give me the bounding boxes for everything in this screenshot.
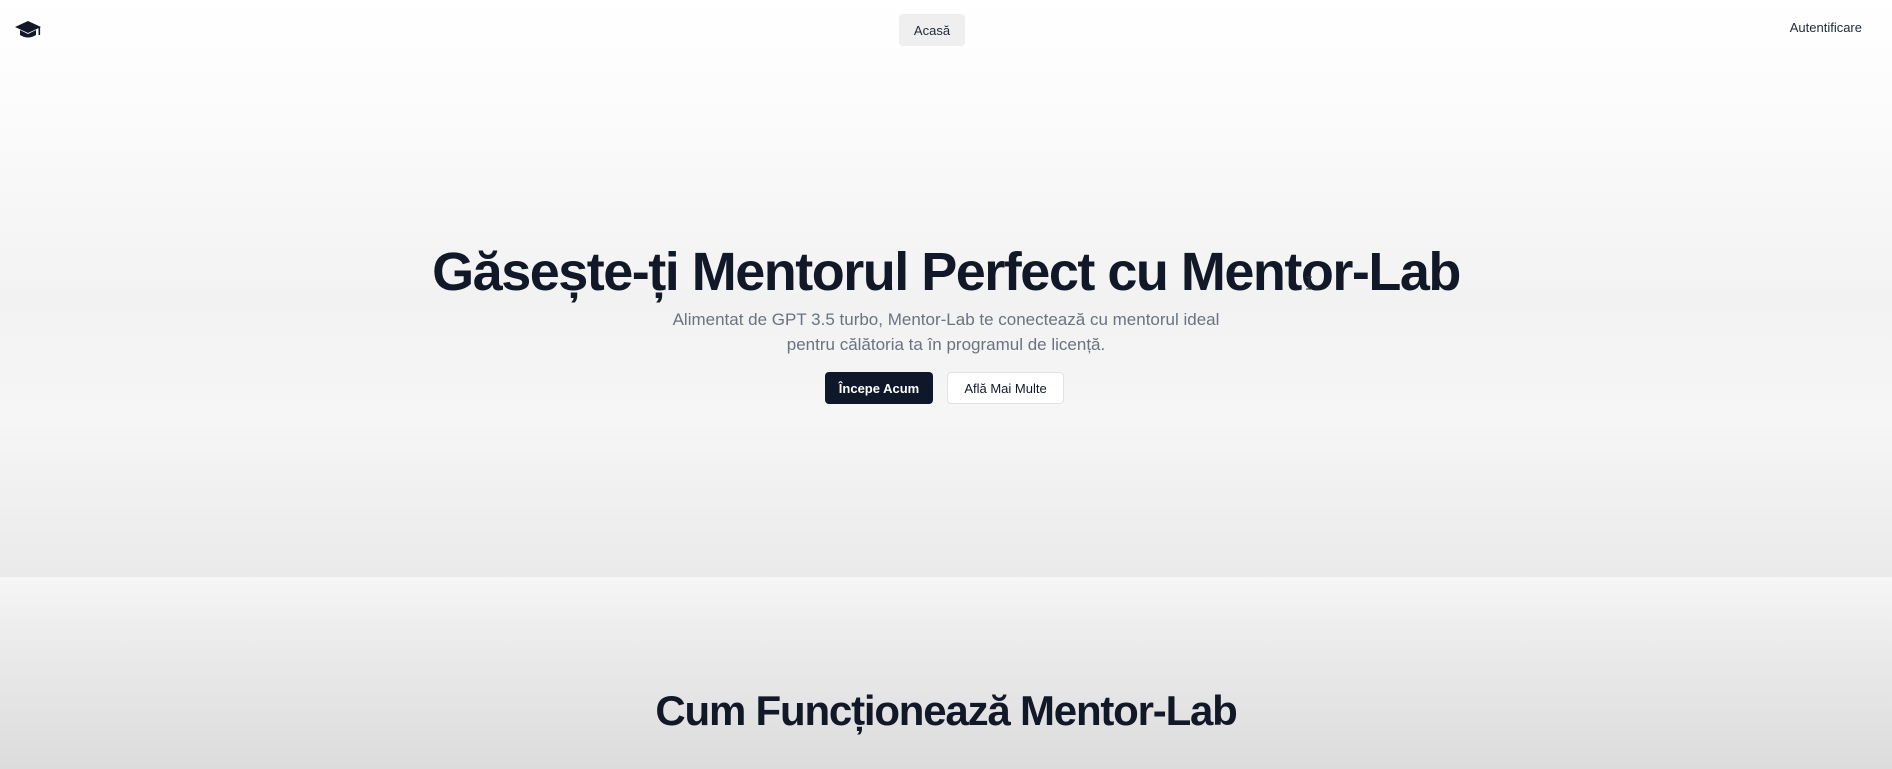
nav-home-link[interactable]: Acasă: [899, 14, 965, 46]
get-started-button[interactable]: Începe Acum: [825, 372, 933, 404]
hero-title: Găsește-ți Mentorul Perfect cu Mentor-La…: [432, 242, 1461, 302]
how-it-works-title: Cum Funcționează Mentor-Lab: [655, 687, 1237, 734]
nav-login-link[interactable]: Autentificare: [1790, 20, 1862, 35]
hero-subtitle-line-1: Alimentat de GPT 3.5 turbo, Mentor-Lab t…: [672, 310, 1220, 329]
graduation-cap-icon[interactable]: [14, 19, 42, 41]
top-navigation: Acasă Autentificare: [0, 0, 1892, 60]
hero-subtitle-line-2: pentru călătoria ta în programul de lice…: [786, 335, 1106, 354]
how-it-works-section: Cum Funcționează Mentor-Lab: [0, 577, 1892, 769]
text-cursor-icon: [1306, 276, 1312, 290]
learn-more-button[interactable]: Află Mai Multe: [947, 372, 1064, 404]
hero-subtitle: Alimentat de GPT 3.5 turbo, Mentor-Lab t…: [596, 307, 1296, 357]
